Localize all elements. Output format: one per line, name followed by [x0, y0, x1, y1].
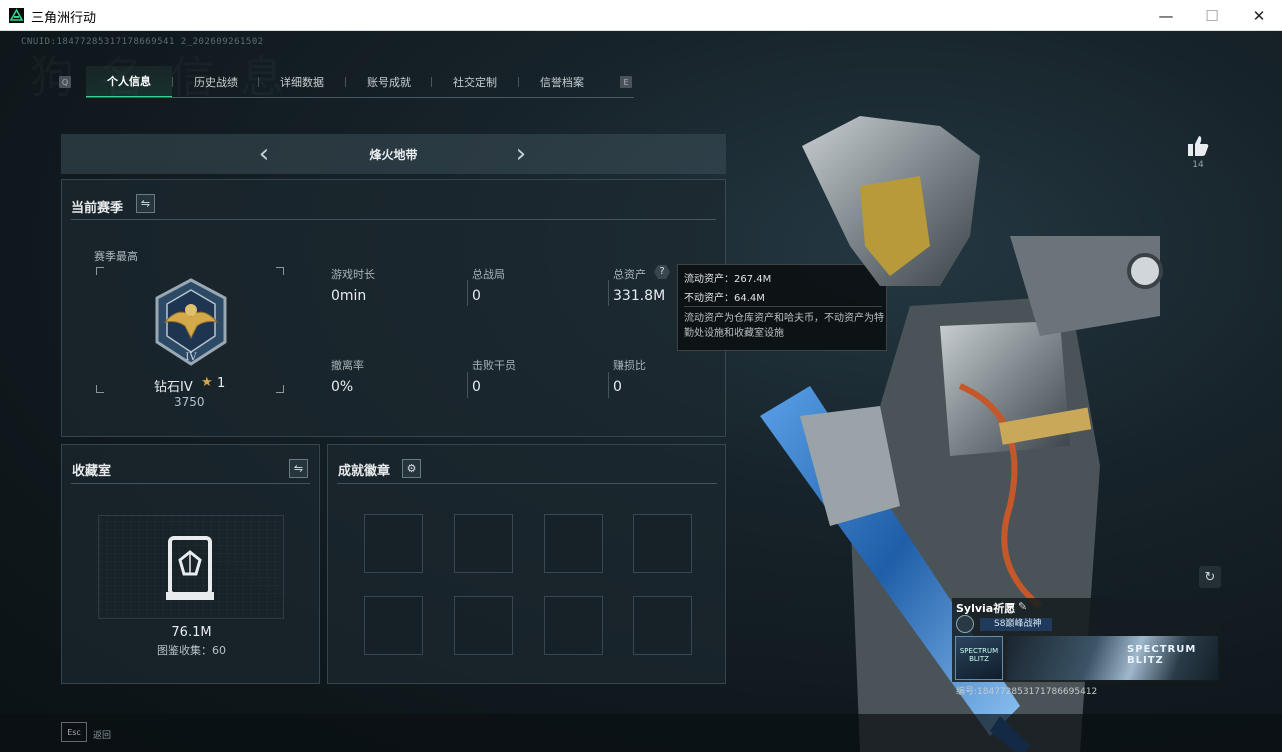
minimize-button[interactable]: —: [1143, 0, 1189, 31]
season-title: 当前赛季: [71, 201, 124, 216]
stat-divider: [467, 280, 468, 306]
stat-divider: [608, 280, 609, 306]
season-panel: 当前赛季 ⇋ 赛季最高 IV 钻石IV ★ 1 3750 游戏时长 0min 总…: [61, 179, 726, 437]
svg-text:IV: IV: [185, 352, 197, 363]
esc-key[interactable]: Esc: [61, 722, 87, 742]
badge-slot[interactable]: [454, 514, 513, 573]
stat-value-total-assets: 331.8M: [613, 288, 666, 304]
bottom-bar: [0, 714, 1282, 752]
player-rank-title: S8巅峰战神: [980, 618, 1052, 631]
badge-slot[interactable]: [544, 514, 603, 573]
chevron-right-icon[interactable]: ›: [511, 140, 531, 168]
tab-achievements[interactable]: 账号成就: [346, 66, 432, 98]
like-count: 14: [1192, 160, 1204, 170]
badge-slot[interactable]: [544, 596, 603, 655]
collection-value: 76.1M: [171, 625, 212, 640]
banner-text: SPECTRUM BLITZ: [1127, 644, 1197, 666]
season-badge-text: SPECTRUM BLITZ: [959, 647, 999, 663]
badge-slot[interactable]: [364, 514, 423, 573]
map-name: 烽火地带: [369, 148, 418, 162]
player-name: Sylvia祈愿: [956, 602, 1016, 615]
achievements-panel: 成就徽章 ⚙: [327, 444, 726, 684]
badge-slot[interactable]: [454, 596, 513, 655]
game-screen: 狗 名 信 息 CNUID:18477285317178669541 2_202…: [0, 31, 1282, 752]
frame-corner: [96, 385, 104, 393]
tab-underline: [86, 97, 634, 98]
stat-value-total-matches: 0: [472, 288, 481, 304]
player-id: 编号:184772853171786695412: [956, 687, 1098, 697]
rank-score: 3750: [174, 395, 205, 409]
tab-reputation[interactable]: 信誉档案: [519, 66, 605, 98]
rank-stars: 1: [217, 376, 226, 391]
tab-bar: Q 个人信息 历史战绩 详细数据 账号成就 社交定制 信誉档案 E: [58, 66, 634, 98]
section-divider: [71, 483, 310, 484]
tab-divider: [172, 77, 173, 87]
tab-detailed-data[interactable]: 详细数据: [259, 66, 345, 98]
tab-prev-key[interactable]: Q: [59, 76, 71, 88]
window-title: 三角洲行动: [31, 11, 97, 26]
rank-name: 钻石IV: [154, 380, 193, 395]
frame-corner: [276, 385, 284, 393]
section-divider: [337, 483, 717, 484]
stat-label-total-assets: 总资产: [613, 268, 646, 281]
player-card[interactable]: Sylvia祈愿 ✎ S8巅峰战神 SPECTRUM BLITZ SPECTRU…: [952, 598, 1220, 682]
frame-corner: [276, 267, 284, 275]
stat-label-kills: 击败干员: [472, 359, 516, 372]
stat-value-playtime: 0min: [331, 288, 367, 304]
stat-divider: [467, 372, 468, 398]
card-banner: SPECTRUM BLITZ: [1007, 636, 1218, 680]
gear-icon[interactable]: ⚙: [402, 459, 421, 478]
frame-corner: [96, 267, 104, 275]
close-button[interactable]: ✕: [1236, 0, 1282, 31]
swap-icon[interactable]: ⇋: [136, 194, 155, 213]
badge-slot[interactable]: [633, 596, 692, 655]
stat-label-profit-ratio: 赚损比: [613, 359, 646, 372]
swap-icon[interactable]: ⇋: [289, 459, 308, 478]
title-bar: 三角洲行动 — ☐ ✕: [0, 0, 1282, 31]
back-label[interactable]: 返回: [93, 728, 111, 741]
tab-personal-info[interactable]: 个人信息: [86, 66, 172, 98]
help-icon[interactable]: ?: [654, 265, 670, 279]
season-badge: SPECTRUM BLITZ: [955, 636, 1003, 680]
collection-title: 收藏室: [72, 464, 112, 479]
diamond-rank-emblem: IV: [145, 276, 237, 368]
stat-value-extract-rate: 0%: [331, 379, 354, 395]
stat-divider: [608, 372, 609, 398]
badge-slot[interactable]: [633, 514, 692, 573]
section-divider: [71, 219, 716, 220]
refresh-icon[interactable]: ↻: [1199, 566, 1221, 588]
map-selector: ‹ 烽火地带 ›: [61, 134, 726, 174]
rank-badge-icon: [956, 615, 974, 633]
stat-value-profit-ratio: 0: [613, 379, 622, 395]
tab-next-key[interactable]: E: [620, 76, 632, 88]
star-icon: ★: [201, 375, 213, 390]
stat-label-extract-rate: 撤离率: [331, 359, 364, 372]
stat-label-playtime: 游戏时长: [331, 268, 375, 281]
maximize-button[interactable]: ☐: [1189, 0, 1235, 31]
collection-panel: 收藏室 ⇋ 76.1M 图鉴收集：60: [61, 444, 320, 684]
app-logo-icon: [9, 8, 24, 23]
vault-icon[interactable]: [164, 534, 216, 602]
stat-label-total-matches: 总战局: [472, 268, 505, 281]
season-best-label: 赛季最高: [94, 250, 138, 263]
tab-history[interactable]: 历史战绩: [173, 66, 259, 98]
pencil-icon[interactable]: ✎: [1018, 600, 1027, 613]
user-uid: CNUID:18477285317178669541 2_20260926150…: [21, 37, 264, 47]
thumbs-up-icon[interactable]: [1185, 133, 1211, 159]
collection-count: 图鉴收集：60: [157, 644, 226, 657]
tab-social[interactable]: 社交定制: [432, 66, 518, 98]
badge-slot[interactable]: [364, 596, 423, 655]
stat-value-kills: 0: [472, 379, 481, 395]
game-window: 三角洲行动 — ☐ ✕ 狗 名 信 息 CNUID:18477285317178…: [0, 0, 1282, 752]
achievements-title: 成就徽章: [338, 464, 391, 479]
